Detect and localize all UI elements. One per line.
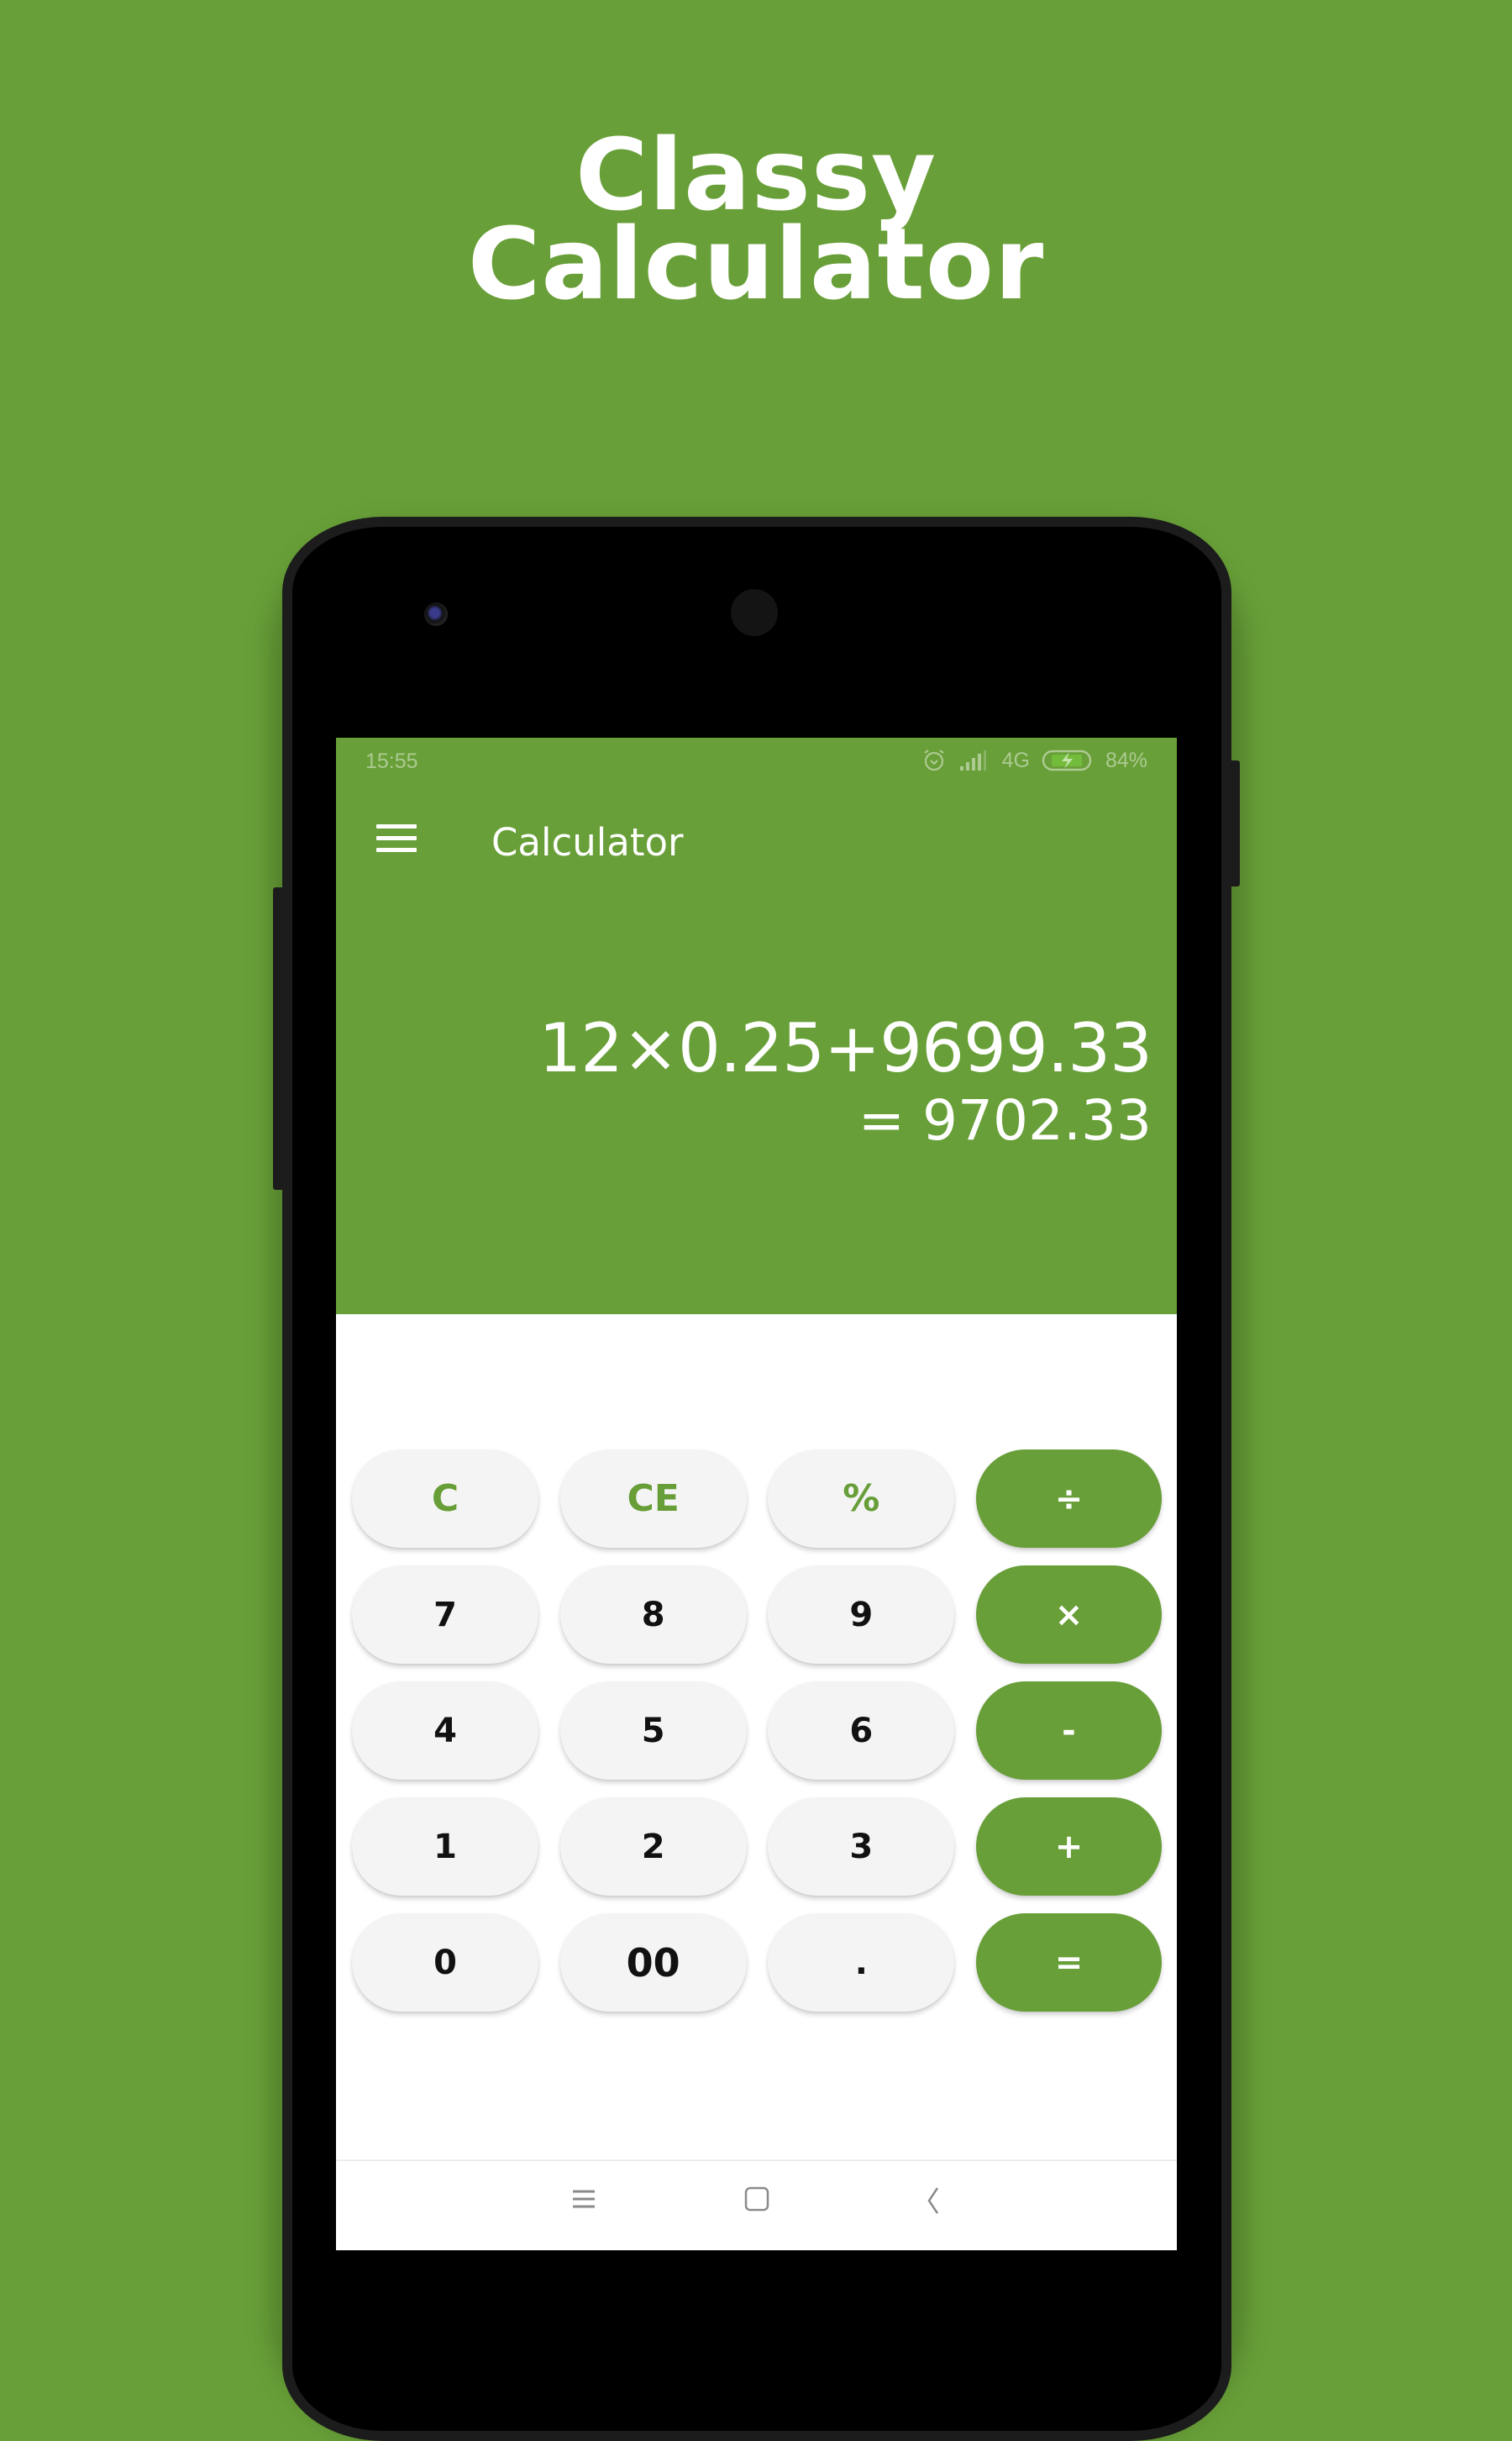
alarm-icon [921,748,947,773]
back-chevron-icon [927,2187,939,2214]
navigation-bar [336,2160,1177,2250]
keypad: C CE% ÷ 7 8 9 × 4 5 6-1 2 3 +0 00. = [352,1449,1162,2029]
key-6-button[interactable]: 6 [768,1681,955,1780]
status-icons: 4G 84% [921,748,1147,773]
key-divide-button[interactable]: ÷ [975,1449,1162,1548]
key-multiply-button[interactable]: × [975,1565,1162,1664]
earpiece-speaker [731,589,778,636]
home-square-icon [744,2186,769,2212]
keypad-row: 1 2 3 + [352,1797,1162,1896]
front-camera-icon [424,602,448,626]
home-button[interactable] [732,2186,782,2228]
phone-screen: 15:55 4G 84% Calculator 12×0.25+9699.33 … [336,738,1177,2250]
promo-title-line2: Calculator [467,206,1045,322]
recents-menu-icon [573,2190,595,2208]
key-equals-button[interactable]: = [975,1913,1162,2012]
hamburger-menu-icon[interactable] [366,813,425,864]
key-2-button[interactable]: 2 [559,1797,747,1896]
calculator-display: 12×0.25+9699.33 = 9702.33 [538,1007,1152,1155]
key-7-button[interactable]: 7 [352,1565,538,1664]
battery-percent: 84% [1105,748,1147,772]
key-8-button[interactable]: 8 [559,1565,747,1664]
app-header: 15:55 4G 84% Calculator 12×0.25+9699.33 … [336,738,1177,1314]
signal-icon [958,750,990,771]
recents-button[interactable] [559,2186,609,2228]
status-bar: 15:55 4G 84% [336,738,1177,788]
key-percent-button[interactable]: % [768,1449,955,1548]
back-button[interactable] [908,2186,958,2228]
promo-title: Classy Calculator [0,125,1512,322]
key-double-zero-button[interactable]: 00 [559,1913,747,2012]
keypad-row: 7 8 9 × [352,1565,1162,1664]
status-time: 15:55 [365,750,418,773]
keypad-row: 456- [352,1681,1162,1780]
key-subtract-button[interactable]: - [975,1681,1162,1780]
keypad-row: C CE% ÷ [352,1449,1162,1548]
toolbar: Calculator [336,788,1177,889]
key-5-button[interactable]: 5 [559,1681,747,1780]
battery-charging-icon [1042,749,1094,772]
key-decimal-point-button[interactable]: . [768,1913,955,2012]
key-9-button[interactable]: 9 [768,1565,955,1664]
key-clear-entry-button[interactable]: CE [559,1449,747,1548]
result-text: = 9702.33 [858,1088,1152,1153]
app-title: Calculator [491,820,684,865]
key-0-button[interactable]: 0 [352,1913,538,2012]
keypad-row: 0 00. = [352,1913,1162,2012]
key-3-button[interactable]: 3 [768,1797,955,1896]
expression-text: 12×0.25+9699.33 [538,1009,1152,1087]
key-4-button[interactable]: 4 [352,1681,538,1780]
key-add-button[interactable]: + [975,1797,1162,1896]
network-4g-icon: 4G [1001,748,1030,772]
key-1-button[interactable]: 1 [352,1797,538,1896]
key-clear-button[interactable]: C [352,1449,538,1548]
